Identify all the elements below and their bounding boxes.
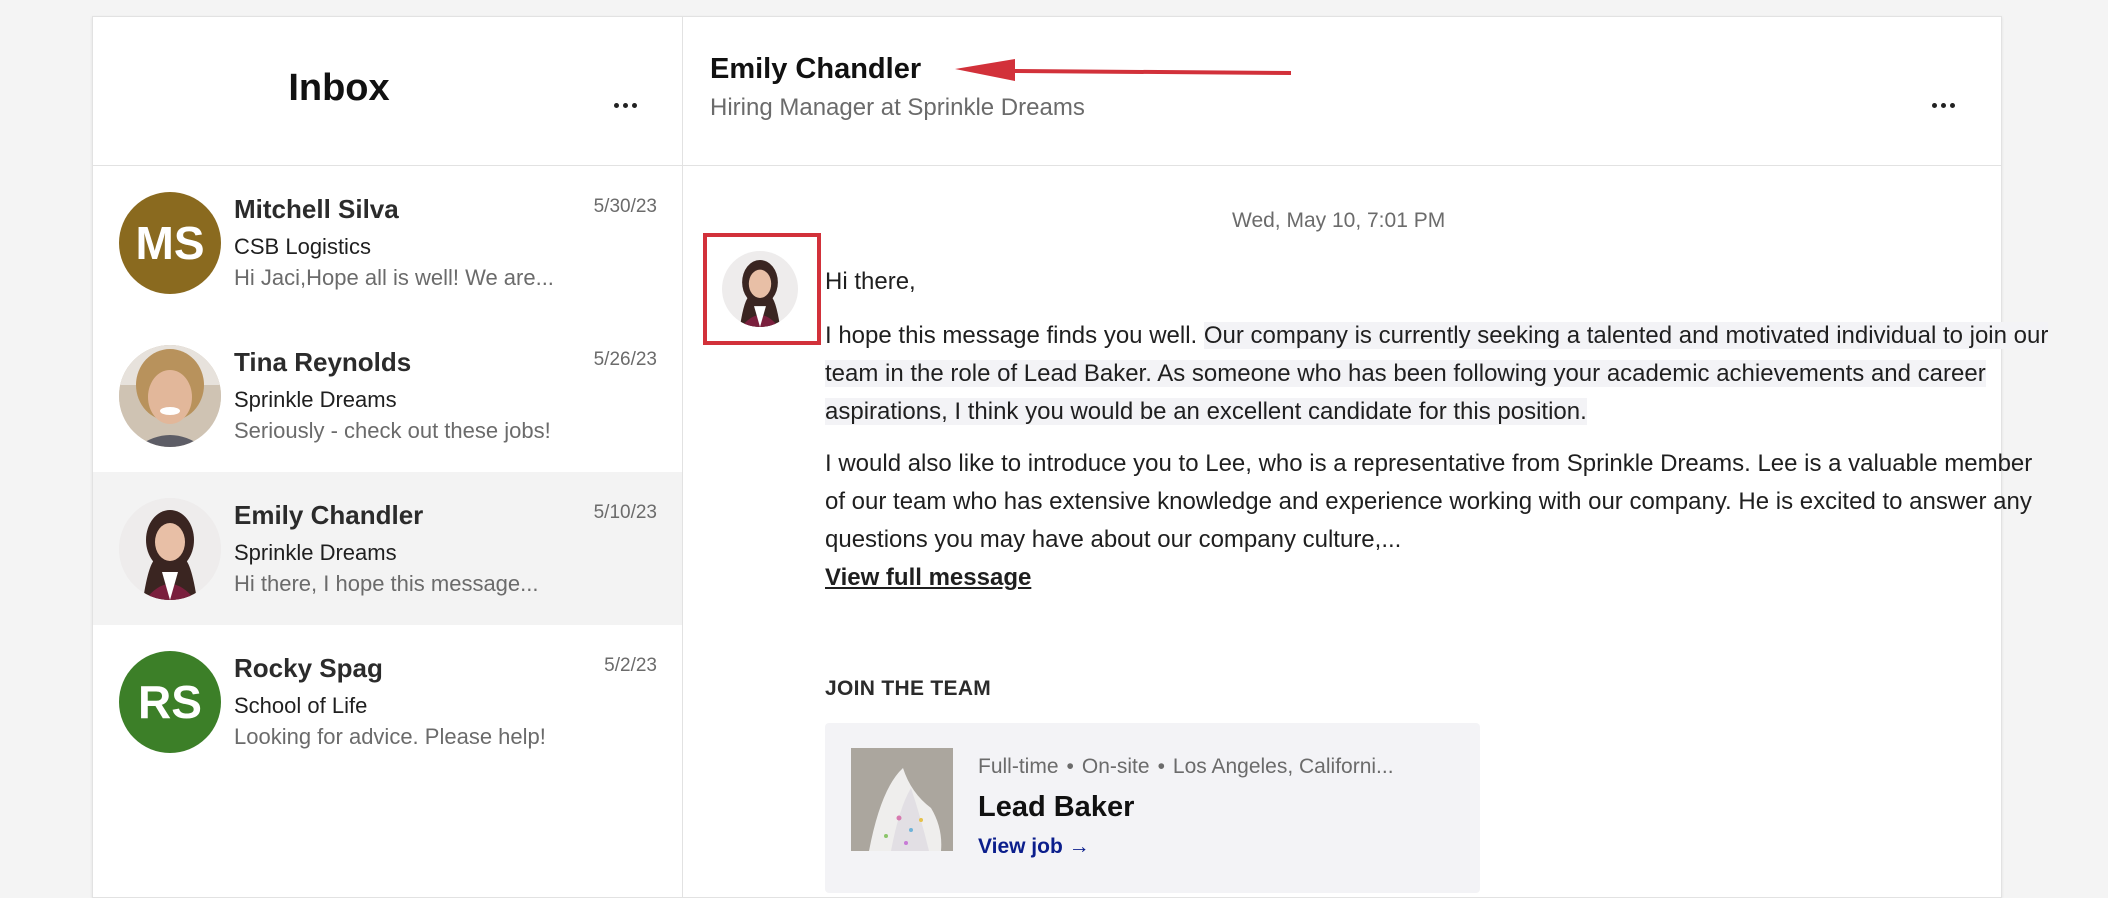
inbox-title: Inbox	[288, 67, 390, 109]
conversation-company: School of Life	[234, 693, 368, 718]
more-horizontal-icon	[1931, 102, 1937, 108]
more-horizontal-icon	[613, 102, 619, 108]
message-body: Hi there, I hope this message finds you …	[825, 263, 2055, 597]
avatar	[119, 345, 221, 447]
conversation-date: 5/2/23	[604, 655, 657, 676]
person-photo-icon	[119, 345, 221, 447]
conversation-item-active[interactable]: Emily Chandler 5/10/23 Sprinkle Dreams H…	[93, 472, 682, 625]
conversation-name: Mitchell Silva	[234, 194, 399, 224]
job-location: Los Angeles, Californi...	[1172, 755, 1394, 778]
conversation-name: Rocky Spag	[234, 653, 383, 683]
sender-avatar[interactable]	[722, 251, 798, 327]
inbox-more-button[interactable]	[605, 90, 645, 120]
separator-dot: •	[1066, 755, 1074, 778]
conversation-list: MS Mitchell Silva 5/30/23 CSB Logistics …	[93, 166, 682, 778]
job-thumbnail	[851, 748, 953, 851]
pane-divider	[682, 17, 683, 897]
conversation-preview: Hi there, I hope this message...	[234, 571, 539, 596]
avatar: MS	[119, 192, 221, 294]
conversation-name: Emily Chandler	[234, 500, 424, 530]
conversation-item[interactable]: MS Mitchell Silva 5/30/23 CSB Logistics …	[93, 166, 682, 319]
message-paragraph-2: I would also like to introduce you to Le…	[825, 450, 2033, 553]
separator-dot: •	[1157, 755, 1165, 778]
conversation-item[interactable]: RS Rocky Spag 5/2/23 School of Life Look…	[93, 625, 682, 778]
message-text: I hope this message finds you well.	[825, 322, 1204, 349]
job-meta: Full-time • On-site • Los Angeles, Californi…	[978, 755, 1394, 779]
avatar-initials: RS	[138, 676, 202, 728]
conversation-company: Sprinkle Dreams	[234, 540, 397, 565]
avatar-initials: MS	[135, 217, 205, 269]
conversation-preview: Hi Jaci,Hope all is well! We are...	[234, 265, 554, 290]
conversation-company: CSB Logistics	[234, 234, 371, 259]
view-full-message-link[interactable]: View full message	[825, 559, 1031, 597]
conversation-item[interactable]: Tina Reynolds 5/26/23 Sprinkle Dreams Se…	[93, 319, 682, 472]
red-arrow-icon	[955, 59, 1292, 81]
join-team-heading: JOIN THE TEAM	[825, 677, 992, 700]
avatar: RS	[119, 651, 221, 753]
contact-name[interactable]: Emily Chandler	[710, 53, 921, 86]
job-type: Full-time	[978, 755, 1059, 778]
message-greeting: Hi there,	[825, 268, 916, 295]
person-photo-icon	[119, 498, 221, 600]
conversation-date: 5/26/23	[593, 349, 657, 370]
job-workplace: On-site	[1081, 755, 1150, 778]
conversation-preview: Looking for advice. Please help!	[234, 724, 546, 749]
conversation-date: 5/30/23	[593, 196, 657, 217]
conversation-preview: Seriously - check out these jobs!	[234, 418, 551, 443]
person-photo-icon	[722, 251, 798, 327]
job-title: Lead Baker	[978, 791, 1135, 823]
message-paragraph-1: I hope this message finds you well. Our …	[825, 317, 2055, 431]
conversation-more-button[interactable]	[1923, 90, 1963, 120]
conversation-name: Tina Reynolds	[234, 347, 412, 377]
meringue-photo-icon	[851, 748, 953, 851]
conversation-company: Sprinkle Dreams	[234, 387, 397, 412]
message-timestamp: Wed, May 10, 7:01 PM	[1232, 209, 1446, 232]
job-card[interactable]: Full-time • On-site • Los Angeles, Californi…	[825, 723, 1480, 893]
view-job-link[interactable]: View job →	[978, 835, 1090, 859]
avatar	[119, 498, 221, 600]
contact-headline: Hiring Manager at Sprinkle Dreams	[710, 94, 1085, 121]
messaging-panel: Inbox MS Mitchell Silva 5/30/23 CSB Logi…	[92, 16, 2049, 898]
conversation-date: 5/10/23	[593, 502, 657, 523]
